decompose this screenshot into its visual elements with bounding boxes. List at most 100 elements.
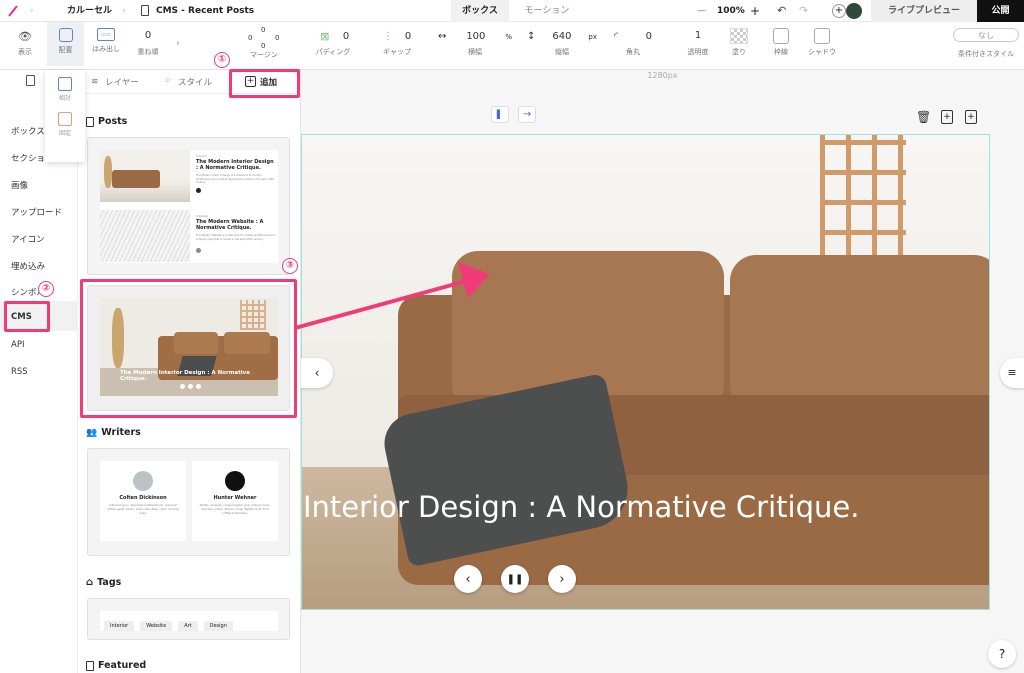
gap-value: 0 xyxy=(404,31,412,42)
zoom-out-icon[interactable]: — xyxy=(697,0,706,22)
nav-item-image[interactable]: 画像 xyxy=(11,179,28,191)
post-tag-2: Website xyxy=(196,214,208,218)
zoom-level[interactable]: 100% xyxy=(717,0,745,22)
display-tool[interactable]: 👁 表示 xyxy=(10,26,40,57)
nav-item-embed[interactable]: 埋め込み xyxy=(11,260,45,272)
layers-icon: ≋ xyxy=(91,77,99,87)
add-user-icon[interactable]: + xyxy=(832,4,846,18)
padding-tool[interactable]: ⊠ 0 パディング xyxy=(312,26,354,57)
chevron-right-icon[interactable]: › xyxy=(176,38,180,49)
margin-values: 0 0 0 0 xyxy=(244,26,284,50)
layout-label: 配置 xyxy=(58,46,73,54)
conditional-style-label: 条件付きスタイル xyxy=(958,50,1014,58)
gap-tool[interactable]: ⋮ 0 ギャップ xyxy=(380,26,414,57)
align-left-icon[interactable]: ▌ xyxy=(491,106,509,123)
editor-canvas[interactable]: 1280px ▌ → 🗑 + + Interior Design : A Nor… xyxy=(301,70,1024,673)
padding-label: パディング xyxy=(315,48,351,56)
trash-icon[interactable]: 🗑 xyxy=(916,110,931,124)
margin-tool[interactable]: 0 0 0 0 マージン xyxy=(244,26,284,60)
prev-slide-button[interactable]: ‹ xyxy=(454,565,482,593)
tab-motion[interactable]: モーション xyxy=(512,0,582,22)
posts-heading: Posts xyxy=(86,116,127,127)
featured-heading: Featured xyxy=(86,660,146,671)
height-label: 縦幅 xyxy=(555,48,569,56)
condition-select[interactable]: なし xyxy=(953,28,1019,42)
opacity-value: 1 xyxy=(694,30,702,41)
help-button[interactable]: ? xyxy=(988,640,1016,668)
width-label: 横幅 xyxy=(468,48,482,56)
relative-label[interactable]: 相対 xyxy=(45,93,85,102)
add-child-icon[interactable]: + xyxy=(965,110,977,124)
breadcrumb-page[interactable]: CMS - Recent Posts xyxy=(156,0,254,22)
tags-template[interactable]: Interior Website Art Design xyxy=(87,598,290,640)
tags-label: Tags xyxy=(97,577,122,588)
zoom-in-icon[interactable]: + xyxy=(750,0,760,22)
author-avatar-2 xyxy=(196,248,201,253)
pause-button[interactable]: ❚❚ xyxy=(501,565,529,593)
breadcrumb-separator: › xyxy=(122,6,126,16)
breadcrumb-carousel[interactable]: カルーセル xyxy=(67,0,112,22)
opacity-tool[interactable]: 1 透明度 xyxy=(683,26,713,57)
property-toolbar: 👁 表示 配置 ▭▭ はみ出し 0 重ね順 › 0 0 0 0 マージン ⊠ 0 パディン… xyxy=(0,22,1024,70)
pages-icon[interactable] xyxy=(26,75,35,86)
publish-button[interactable]: 公開 xyxy=(977,0,1024,22)
writers-template[interactable]: Colten Dickinson Internet guru. Devoted … xyxy=(87,448,290,556)
shadow-tool[interactable]: シャドウ xyxy=(806,26,838,57)
slide-title: Interior Design : A Normative Critique. xyxy=(303,490,860,524)
height-value: 640 xyxy=(552,31,572,42)
nav-item-rss[interactable]: RSS xyxy=(11,367,28,377)
margin-bottom: 0 xyxy=(261,42,266,50)
live-preview-button[interactable]: ライブプレビュー xyxy=(871,0,977,22)
carousel-slide[interactable]: Interior Design : A Normative Critique. … xyxy=(301,134,990,610)
width-tool[interactable]: ↔ 100% 横幅 xyxy=(438,26,512,57)
post-body-1: The Modern Interior Design is a referenc… xyxy=(196,174,275,184)
conditional-style-tool[interactable]: なし条件付きスタイル xyxy=(953,26,1019,59)
menu-icon[interactable]: ≡ xyxy=(1000,358,1024,388)
overflow-icon: ▭▭ xyxy=(97,28,115,41)
radius-tool[interactable]: ◜ 0 角丸 xyxy=(614,26,652,57)
layout-tool[interactable]: 配置 xyxy=(47,22,84,66)
border-label: 枠線 xyxy=(774,48,788,56)
writers-label: Writers xyxy=(101,427,141,438)
redo-icon[interactable]: ↷ xyxy=(799,0,808,22)
margin-label: マージン xyxy=(250,51,278,59)
next-slide-button[interactable]: › xyxy=(548,565,576,593)
writers-heading: 👥 Writers xyxy=(86,427,141,438)
duplicate-icon[interactable]: + xyxy=(941,110,953,124)
nav-item-box[interactable]: ボックス xyxy=(11,125,45,137)
nav-item-api[interactable]: API xyxy=(11,340,24,350)
fill-tool[interactable]: 塗り xyxy=(726,26,752,57)
tag-chip: Interior xyxy=(104,621,135,631)
border-tool[interactable]: 枠線 xyxy=(768,26,794,57)
overflow-label: はみ出し xyxy=(92,45,120,53)
annotation-box-2 xyxy=(4,301,50,332)
tab-box[interactable]: ボックス xyxy=(451,0,509,22)
annotation-arrow xyxy=(294,262,490,330)
tag-chip: Website xyxy=(140,621,173,631)
display-label: 表示 xyxy=(18,48,32,56)
height-tool[interactable]: ↕ 640 px 縦幅 xyxy=(527,26,597,57)
posts-list-template[interactable]: Interior The Modern Interior Design : A … xyxy=(87,137,290,275)
stack-value: 0 xyxy=(144,30,152,41)
overflow-tool[interactable]: ▭▭ はみ出し xyxy=(89,26,123,54)
stack-tool[interactable]: 0 重ね順 xyxy=(133,26,163,57)
tab-layers[interactable]: レイヤー xyxy=(105,76,139,88)
height-unit: px xyxy=(588,32,597,41)
nav-item-icon[interactable]: アイコン xyxy=(11,233,45,245)
tab-style[interactable]: スタイル xyxy=(178,76,212,88)
margin-top: 0 xyxy=(261,26,266,34)
avatar[interactable] xyxy=(846,3,862,19)
nav-item-upload[interactable]: アップロード xyxy=(11,206,62,218)
fixed-label[interactable]: 固定 xyxy=(45,128,85,137)
tags-preview: Interior Website Art Design xyxy=(100,611,278,631)
arrow-right-icon[interactable]: → xyxy=(518,106,536,123)
tags-heading: ⌂ Tags xyxy=(86,577,121,588)
fixed-icon[interactable] xyxy=(58,112,72,126)
width-arrows-icon: ↔ xyxy=(438,31,447,42)
post-title-2: The Modern Website : A Normative Critiqu… xyxy=(196,219,264,231)
tag-chip: Design xyxy=(203,621,233,631)
undo-icon[interactable]: ↶ xyxy=(777,0,786,22)
relative-icon[interactable] xyxy=(58,77,72,91)
annotation-box-1 xyxy=(229,69,300,98)
collapse-panel-icon[interactable]: ‹ xyxy=(301,358,333,388)
